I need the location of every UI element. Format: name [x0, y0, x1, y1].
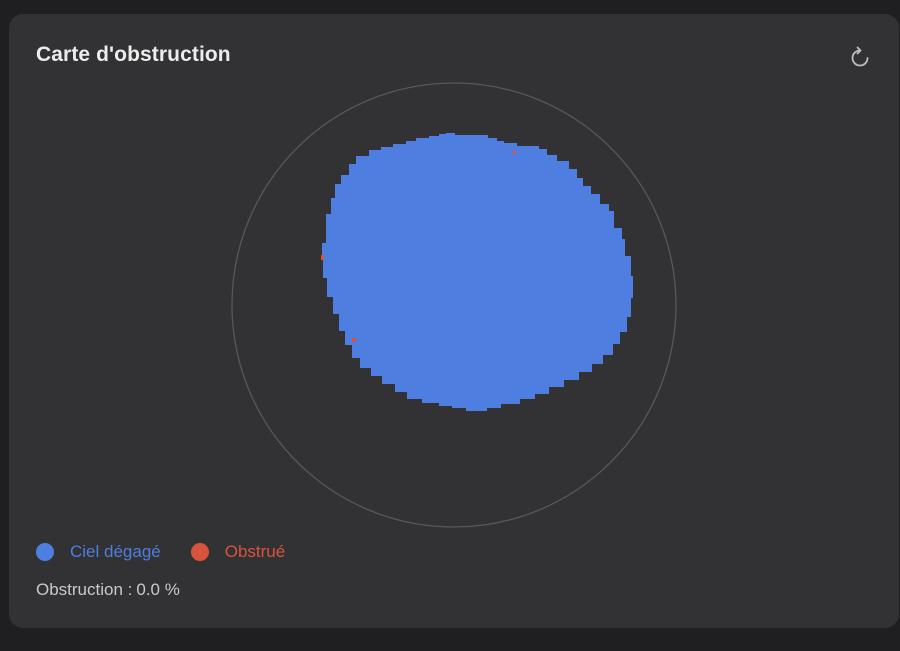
obstructed-point [321, 255, 324, 260]
panel-title: Carte d'obstruction [36, 43, 231, 66]
obstructed-sky-points [321, 151, 516, 342]
refresh-button[interactable] [847, 45, 873, 71]
obstruction-stat: Obstruction :0.0 % [36, 580, 184, 600]
obstruction-map-panel: Carte d'obstruction Ciel dégagé Obstrué … [9, 14, 899, 628]
obstruction-map [231, 82, 677, 528]
horizon-ring [231, 82, 677, 528]
legend-item-clear: Ciel dégagé [36, 542, 161, 562]
refresh-icon [851, 46, 869, 67]
obstructed-dot-icon [190, 543, 209, 561]
legend: Ciel dégagé Obstrué [36, 542, 315, 562]
obstruction-stat-label: Obstruction : [36, 580, 133, 599]
clear-sky-dot-icon [36, 543, 54, 561]
obstructed-point [513, 151, 516, 154]
obstruction-stat-value: 0.0 % [136, 580, 180, 599]
legend-item-obstructed: Obstrué [190, 542, 286, 562]
clear-sky-region [322, 133, 633, 411]
legend-label-clear: Ciel dégagé [70, 542, 161, 561]
legend-label-obstructed: Obstrué [224, 542, 286, 561]
obstructed-point [352, 338, 356, 342]
